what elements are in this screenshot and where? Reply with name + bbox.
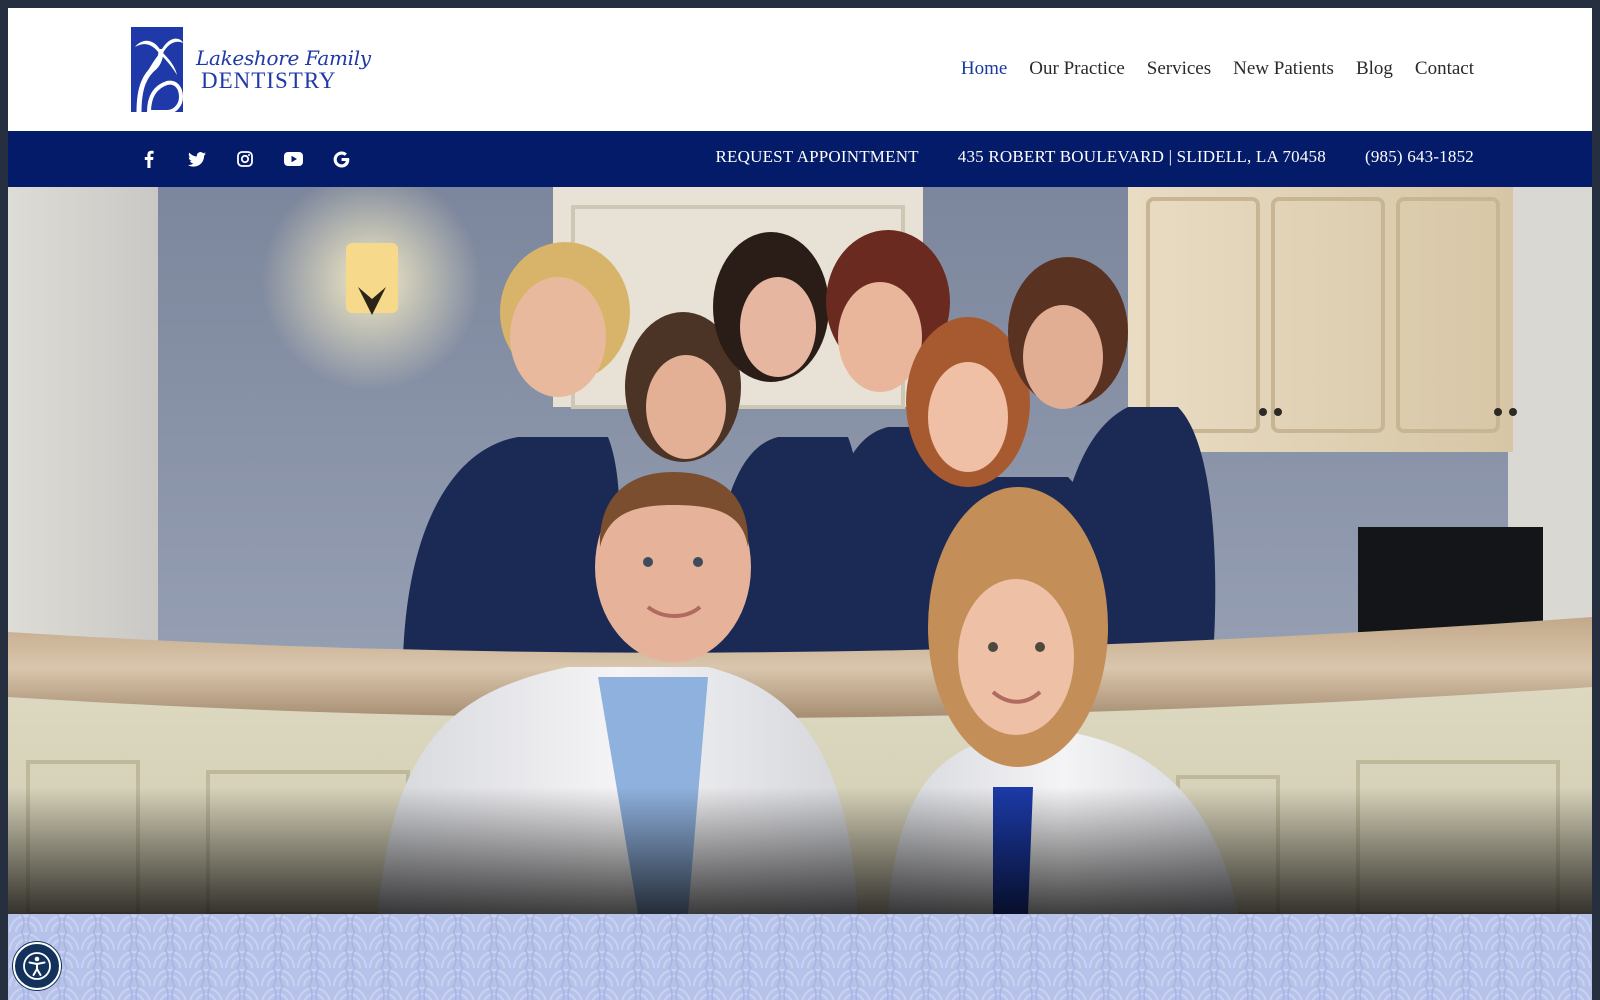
address-link[interactable]: 435 ROBERT BOULEVARD | SLIDELL, LA 70458 — [958, 147, 1326, 167]
phone-link[interactable]: (985) 643-1852 — [1365, 147, 1474, 167]
nav-item-contact[interactable]: Contact — [1415, 58, 1474, 80]
hero-team-photo — [8, 187, 1592, 914]
scallop-pattern-band — [8, 914, 1592, 1000]
logo-name-text: DENTISTRY — [201, 67, 337, 93]
twitter-icon[interactable] — [186, 148, 208, 170]
logo-script-text: Lakeshore Family — [196, 45, 371, 70]
palm-tree-logo-icon — [131, 27, 183, 112]
site-header: Lakeshore Family DENTISTRY Home Our Prac… — [8, 8, 1592, 131]
accessibility-icon — [23, 952, 51, 980]
nav-item-blog[interactable]: Blog — [1356, 58, 1393, 80]
nav-item-home[interactable]: Home — [961, 58, 1007, 80]
facebook-icon[interactable] — [138, 148, 160, 170]
accessibility-button[interactable] — [13, 942, 61, 990]
nav-item-our-practice[interactable]: Our Practice — [1029, 58, 1124, 80]
request-appointment-link[interactable]: REQUEST APPOINTMENT — [716, 147, 919, 167]
social-links — [138, 148, 378, 170]
info-bar: REQUEST APPOINTMENT 435 ROBERT BOULEVARD… — [8, 131, 1592, 187]
nav-item-new-patients[interactable]: New Patients — [1233, 58, 1334, 80]
instagram-icon[interactable] — [234, 148, 256, 170]
page-frame: Lakeshore Family DENTISTRY Home Our Prac… — [8, 8, 1592, 1000]
youtube-icon[interactable] — [282, 148, 304, 170]
logo[interactable]: Lakeshore Family DENTISTRY — [131, 27, 371, 112]
main-nav: Home Our Practice Services New Patients … — [939, 58, 1474, 80]
scallop-pattern — [8, 914, 1592, 1000]
contact-links: REQUEST APPOINTMENT 435 ROBERT BOULEVARD… — [677, 147, 1475, 167]
google-icon[interactable] — [330, 148, 352, 170]
nav-item-services[interactable]: Services — [1147, 58, 1211, 80]
team-photo-illustration — [8, 187, 1592, 914]
logo-wordmark: Lakeshore Family DENTISTRY — [196, 47, 371, 93]
